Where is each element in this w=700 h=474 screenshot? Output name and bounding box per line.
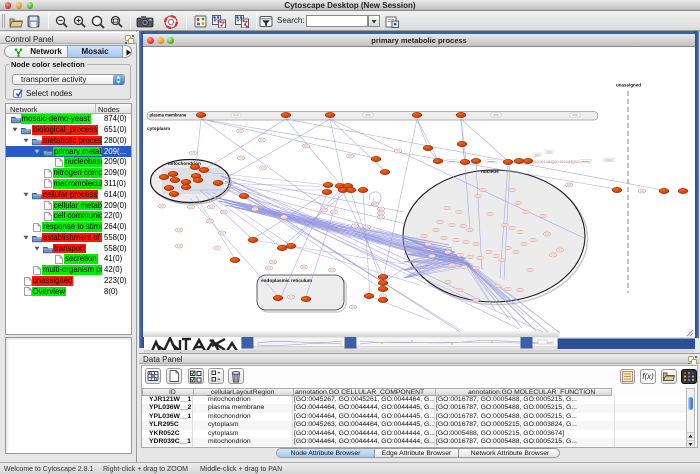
svg-text:cytoplasm: cytoplasm bbox=[147, 126, 170, 131]
svg-text:unassigned: unassigned bbox=[616, 83, 641, 88]
svg-text:nucleus: nucleus bbox=[481, 169, 499, 174]
svg-text:plasma membrane: plasma membrane bbox=[150, 113, 187, 118]
svg-text:endoplasmic reticulum: endoplasmic reticulum bbox=[261, 278, 312, 283]
